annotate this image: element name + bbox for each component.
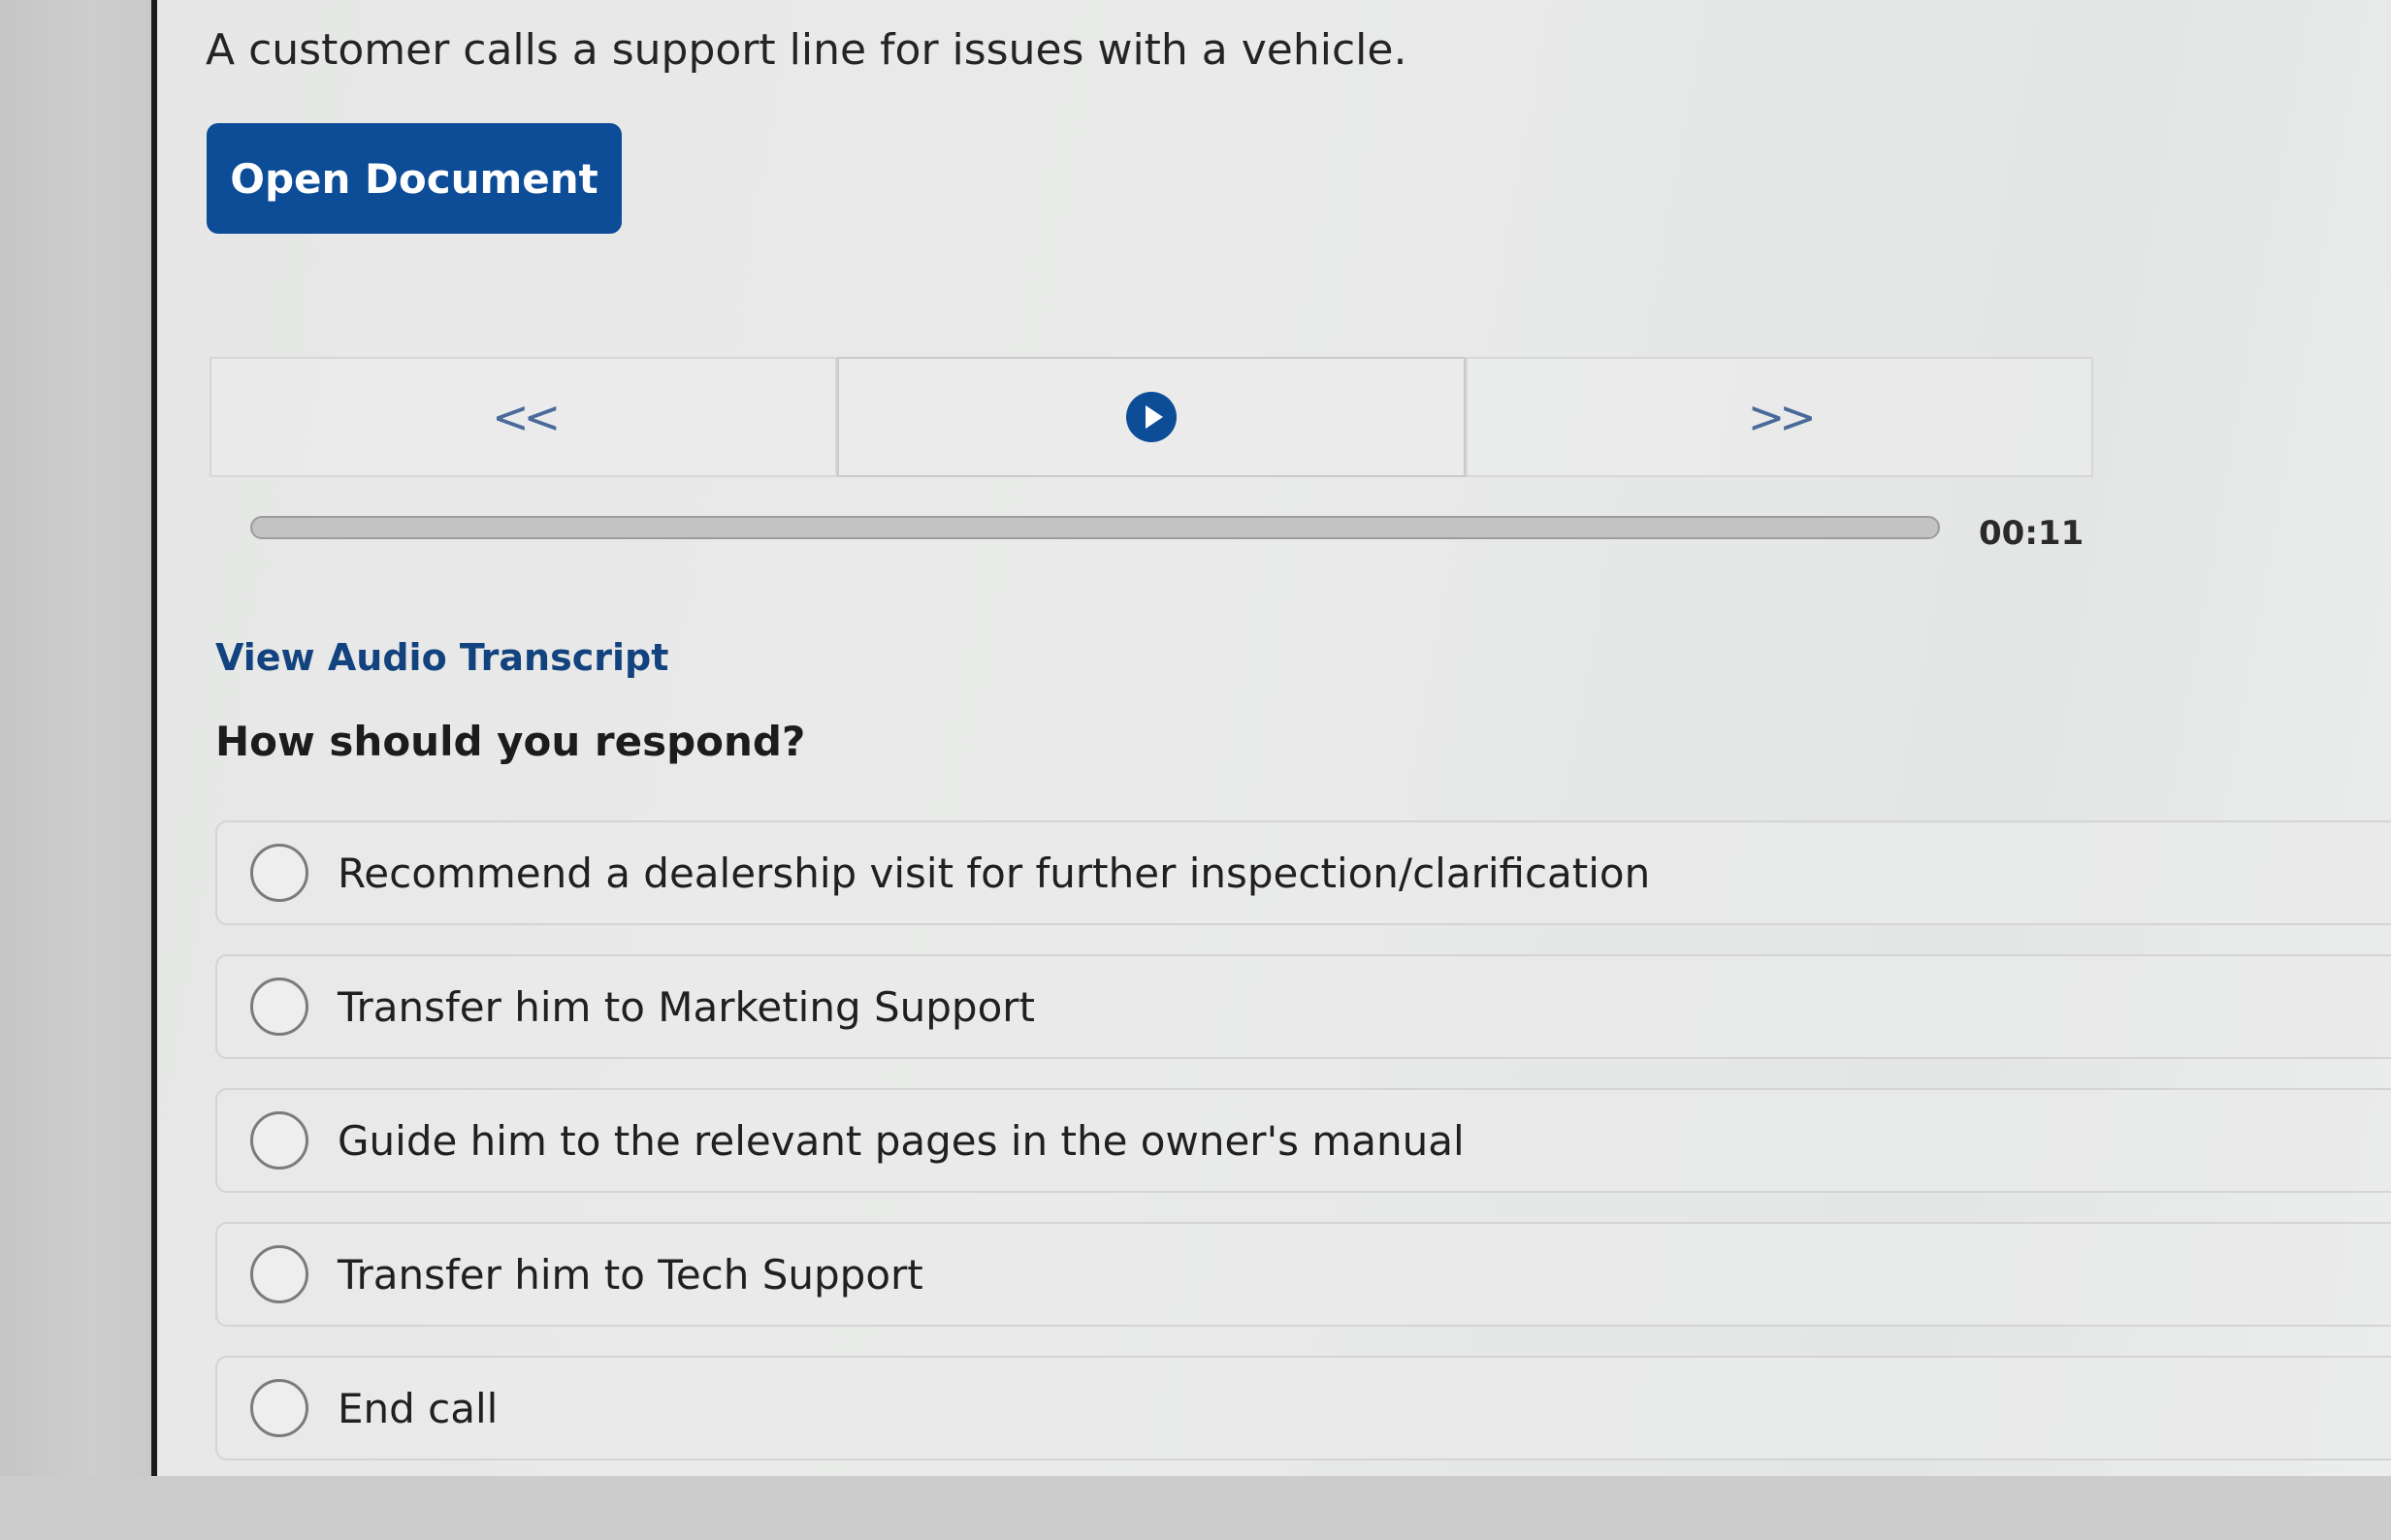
answer-option-label: End call <box>338 1384 499 1432</box>
question-prompt: A customer calls a support line for issu… <box>206 25 1407 75</box>
answer-option-label: Recommend a dealership visit for further… <box>338 849 1651 897</box>
answer-option[interactable]: Guide him to the relevant pages in the o… <box>215 1088 2391 1193</box>
radio-button[interactable] <box>250 1379 308 1437</box>
audio-player-controls: << >> <box>210 357 2093 477</box>
radio-button[interactable] <box>250 844 308 902</box>
answer-option-label: Transfer him to Tech Support <box>338 1250 923 1299</box>
answer-option-label: Transfer him to Marketing Support <box>338 982 1036 1031</box>
answer-option[interactable]: Transfer him to Tech Support <box>215 1222 2391 1327</box>
view-audio-transcript-link[interactable]: View Audio Transcript <box>215 636 668 679</box>
open-document-button[interactable]: Open Document <box>207 123 622 234</box>
question-heading: How should you respond? <box>215 718 806 765</box>
audio-time: 00:11 <box>1979 514 2084 553</box>
double-chevron-left-icon: << <box>492 391 561 443</box>
answer-options: Recommend a dealership visit for further… <box>215 820 2391 1490</box>
left-margin <box>0 0 153 1476</box>
forward-button[interactable]: >> <box>1465 357 2093 477</box>
answer-option[interactable]: Transfer him to Marketing Support <box>215 954 2391 1059</box>
answer-option[interactable]: Recommend a dealership visit for further… <box>215 820 2391 925</box>
radio-button[interactable] <box>250 1111 308 1170</box>
answer-option-label: Guide him to the relevant pages in the o… <box>338 1116 1465 1165</box>
play-circle-icon <box>1125 392 1177 442</box>
audio-progress-bar[interactable] <box>250 516 1940 539</box>
play-button[interactable] <box>837 357 1466 477</box>
double-chevron-right-icon: >> <box>1747 391 1817 443</box>
radio-button[interactable] <box>250 1245 308 1303</box>
rewind-button[interactable]: << <box>210 357 838 477</box>
answer-option[interactable]: End call <box>215 1356 2391 1460</box>
radio-button[interactable] <box>250 978 308 1036</box>
